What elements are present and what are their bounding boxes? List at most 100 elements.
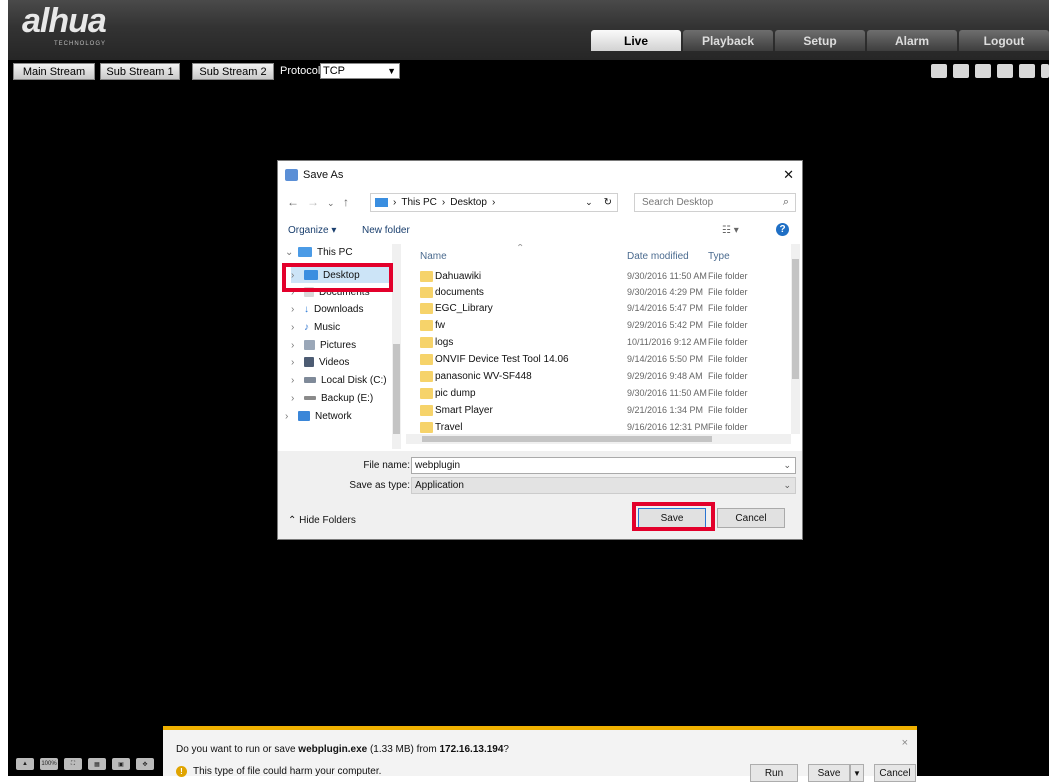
new-folder-button[interactable]: New folder: [362, 225, 410, 236]
eject-icon[interactable]: [931, 64, 947, 78]
file-list-hscrollbar-thumb[interactable]: [422, 436, 712, 442]
folder-icon: [420, 271, 433, 282]
hide-folders-toggle[interactable]: ⌃ Hide Folders: [288, 515, 356, 526]
download-file-name: webplugin.exe: [298, 744, 368, 755]
organize-button[interactable]: Organize ▾: [288, 225, 336, 236]
address-dropdown-icon[interactable]: ⌄: [585, 197, 593, 208]
save-type-select[interactable]: Application ⌄: [411, 477, 796, 494]
fullscreen-icon[interactable]: ⛶: [64, 758, 82, 770]
music-note-icon: ♪: [304, 321, 309, 333]
tree-label: Local Disk (C:): [321, 374, 387, 386]
tree-item-pictures[interactable]: › Pictures: [291, 337, 356, 353]
camera-icon[interactable]: [1019, 64, 1035, 78]
tree-scrollbar-thumb[interactable]: [393, 344, 400, 434]
search-input[interactable]: Search Desktop ⌕: [634, 193, 796, 212]
main-tabs: Live Playback Setup Alarm Logout: [589, 30, 1049, 51]
folder-icon: [420, 405, 433, 416]
tree-item-music[interactable]: › ♪ Music: [291, 319, 340, 335]
close-icon[interactable]: ✕: [783, 167, 794, 183]
logo-subtitle: TECHNOLOGY: [54, 41, 107, 47]
zoom-percent-icon[interactable]: 100%: [40, 758, 58, 770]
tab-setup[interactable]: Setup: [775, 30, 865, 51]
file-list-vscrollbar[interactable]: [791, 244, 800, 434]
up-arrow-icon[interactable]: ↑: [343, 195, 349, 209]
run-button[interactable]: Run: [750, 764, 798, 782]
view-options-icon[interactable]: ☷ ▾: [722, 225, 739, 236]
file-row[interactable]: ONVIF Device Test Tool 14.06 9/14/2016 5:…: [406, 352, 786, 367]
cancel-button[interactable]: Cancel: [717, 508, 785, 528]
download-notification-bar: Do you want to run or save webplugin.exe…: [163, 726, 917, 782]
tree-item-network[interactable]: › Network: [285, 408, 352, 424]
top-header: alhua TECHNOLOGY Live Playback Setup Ala…: [8, 0, 1049, 60]
snapshot-icon[interactable]: [975, 64, 991, 78]
tree-item-backup[interactable]: › Backup (E:): [291, 390, 373, 406]
tab-live[interactable]: Live: [591, 30, 681, 51]
layout-icon[interactable]: ▦: [88, 758, 106, 770]
protocol-select[interactable]: TCP ▼: [320, 63, 400, 79]
file-row[interactable]: EGC_Library 9/14/2016 5:47 PM File folder: [406, 301, 786, 316]
folder-icon: [420, 337, 433, 348]
recent-chevron-icon[interactable]: ⌄: [327, 198, 335, 209]
tab-alarm[interactable]: Alarm: [867, 30, 957, 51]
back-arrow-icon[interactable]: ←: [287, 195, 299, 209]
help-icon[interactable]: ?: [776, 223, 789, 236]
more-icon[interactable]: [1041, 64, 1049, 78]
save-as-dialog: Save As ✕ ← → ⌄ ↑ › This PC › Desktop › …: [277, 160, 803, 540]
stream-toolbar: Main Stream Sub Stream 1 Sub Stream 2 Pr…: [8, 62, 1049, 82]
file-row[interactable]: documents 9/30/2016 4:29 PM File folder: [406, 285, 786, 300]
folder-icon: [420, 354, 433, 365]
breadcrumb-this-pc[interactable]: This PC: [401, 197, 437, 208]
chevron-right-icon: ›: [291, 339, 295, 351]
protocol-label: Protocol: [280, 65, 321, 77]
file-row[interactable]: Dahuawiki 9/30/2016 11:50 AM File folder: [406, 269, 786, 284]
stream-info-icon[interactable]: ▲: [16, 758, 34, 770]
tree-item-desktop[interactable]: › Desktop: [291, 267, 394, 283]
column-header-name[interactable]: Name: [420, 251, 447, 262]
close-icon[interactable]: ×: [902, 737, 908, 749]
sort-chevron-icon: ⌃: [516, 244, 525, 254]
sub-stream-1-button[interactable]: Sub Stream 1: [100, 63, 180, 80]
zoom-icon[interactable]: [953, 64, 969, 78]
tree-scrollbar[interactable]: [392, 244, 401, 449]
file-name-field[interactable]: webplugin ⌄: [411, 457, 796, 474]
file-row[interactable]: fw 9/29/2016 5:42 PM File folder: [406, 318, 786, 333]
sub-stream-2-button[interactable]: Sub Stream 2: [192, 63, 274, 80]
split-icon[interactable]: ▣: [112, 758, 130, 770]
record-icon[interactable]: [997, 64, 1013, 78]
tree-item-this-pc[interactable]: ⌄ This PC: [285, 244, 353, 260]
save-download-button[interactable]: Save: [808, 764, 850, 782]
tree-item-downloads[interactable]: › ↓ Downloads: [291, 301, 363, 317]
file-row[interactable]: Travel 9/16/2016 12:31 PM File folder: [406, 420, 786, 435]
file-row[interactable]: Smart Player 9/21/2016 1:34 PM File folder: [406, 403, 786, 418]
forward-arrow-icon[interactable]: →: [307, 195, 319, 209]
folder-icon: [420, 371, 433, 382]
file-row[interactable]: logs 10/11/2016 9:12 AM File folder: [406, 335, 786, 350]
chevron-right-icon: ›: [291, 286, 295, 298]
column-header-date[interactable]: Date modified: [627, 251, 689, 262]
cancel-download-button[interactable]: Cancel: [874, 764, 916, 782]
file-name-label: File name:: [363, 460, 410, 471]
breadcrumb-separator: ›: [393, 197, 397, 208]
breadcrumb-desktop[interactable]: Desktop: [450, 197, 487, 208]
file-row[interactable]: pic dump 9/30/2016 11:50 AM File folder: [406, 386, 786, 401]
tree-item-local-disk[interactable]: › Local Disk (C:): [291, 372, 387, 388]
save-options-dropdown[interactable]: ▼: [850, 764, 864, 782]
drive-icon: [304, 396, 316, 400]
column-header-type[interactable]: Type: [708, 251, 730, 262]
tab-playback[interactable]: Playback: [683, 30, 773, 51]
view-tools: [931, 64, 1049, 78]
tab-logout[interactable]: Logout: [959, 30, 1049, 51]
chevron-down-icon[interactable]: ⌄: [783, 458, 791, 473]
tree-item-documents[interactable]: › Documents: [291, 284, 370, 300]
main-stream-button[interactable]: Main Stream: [13, 63, 95, 80]
file-list-vscrollbar-thumb[interactable]: [792, 259, 799, 379]
ptz-icon[interactable]: ✥: [136, 758, 154, 770]
dialog-title-text: Save As: [303, 169, 344, 181]
address-bar[interactable]: › This PC › Desktop › ⌄ ↻: [370, 193, 618, 212]
file-list-hscrollbar[interactable]: [406, 434, 791, 444]
file-row[interactable]: panasonic WV-SF448 9/29/2016 9:48 AM File …: [406, 369, 786, 384]
refresh-icon[interactable]: ↻: [604, 197, 612, 208]
save-button[interactable]: Save: [638, 508, 706, 528]
network-icon: [298, 411, 310, 421]
tree-item-videos[interactable]: › Videos: [291, 354, 349, 370]
